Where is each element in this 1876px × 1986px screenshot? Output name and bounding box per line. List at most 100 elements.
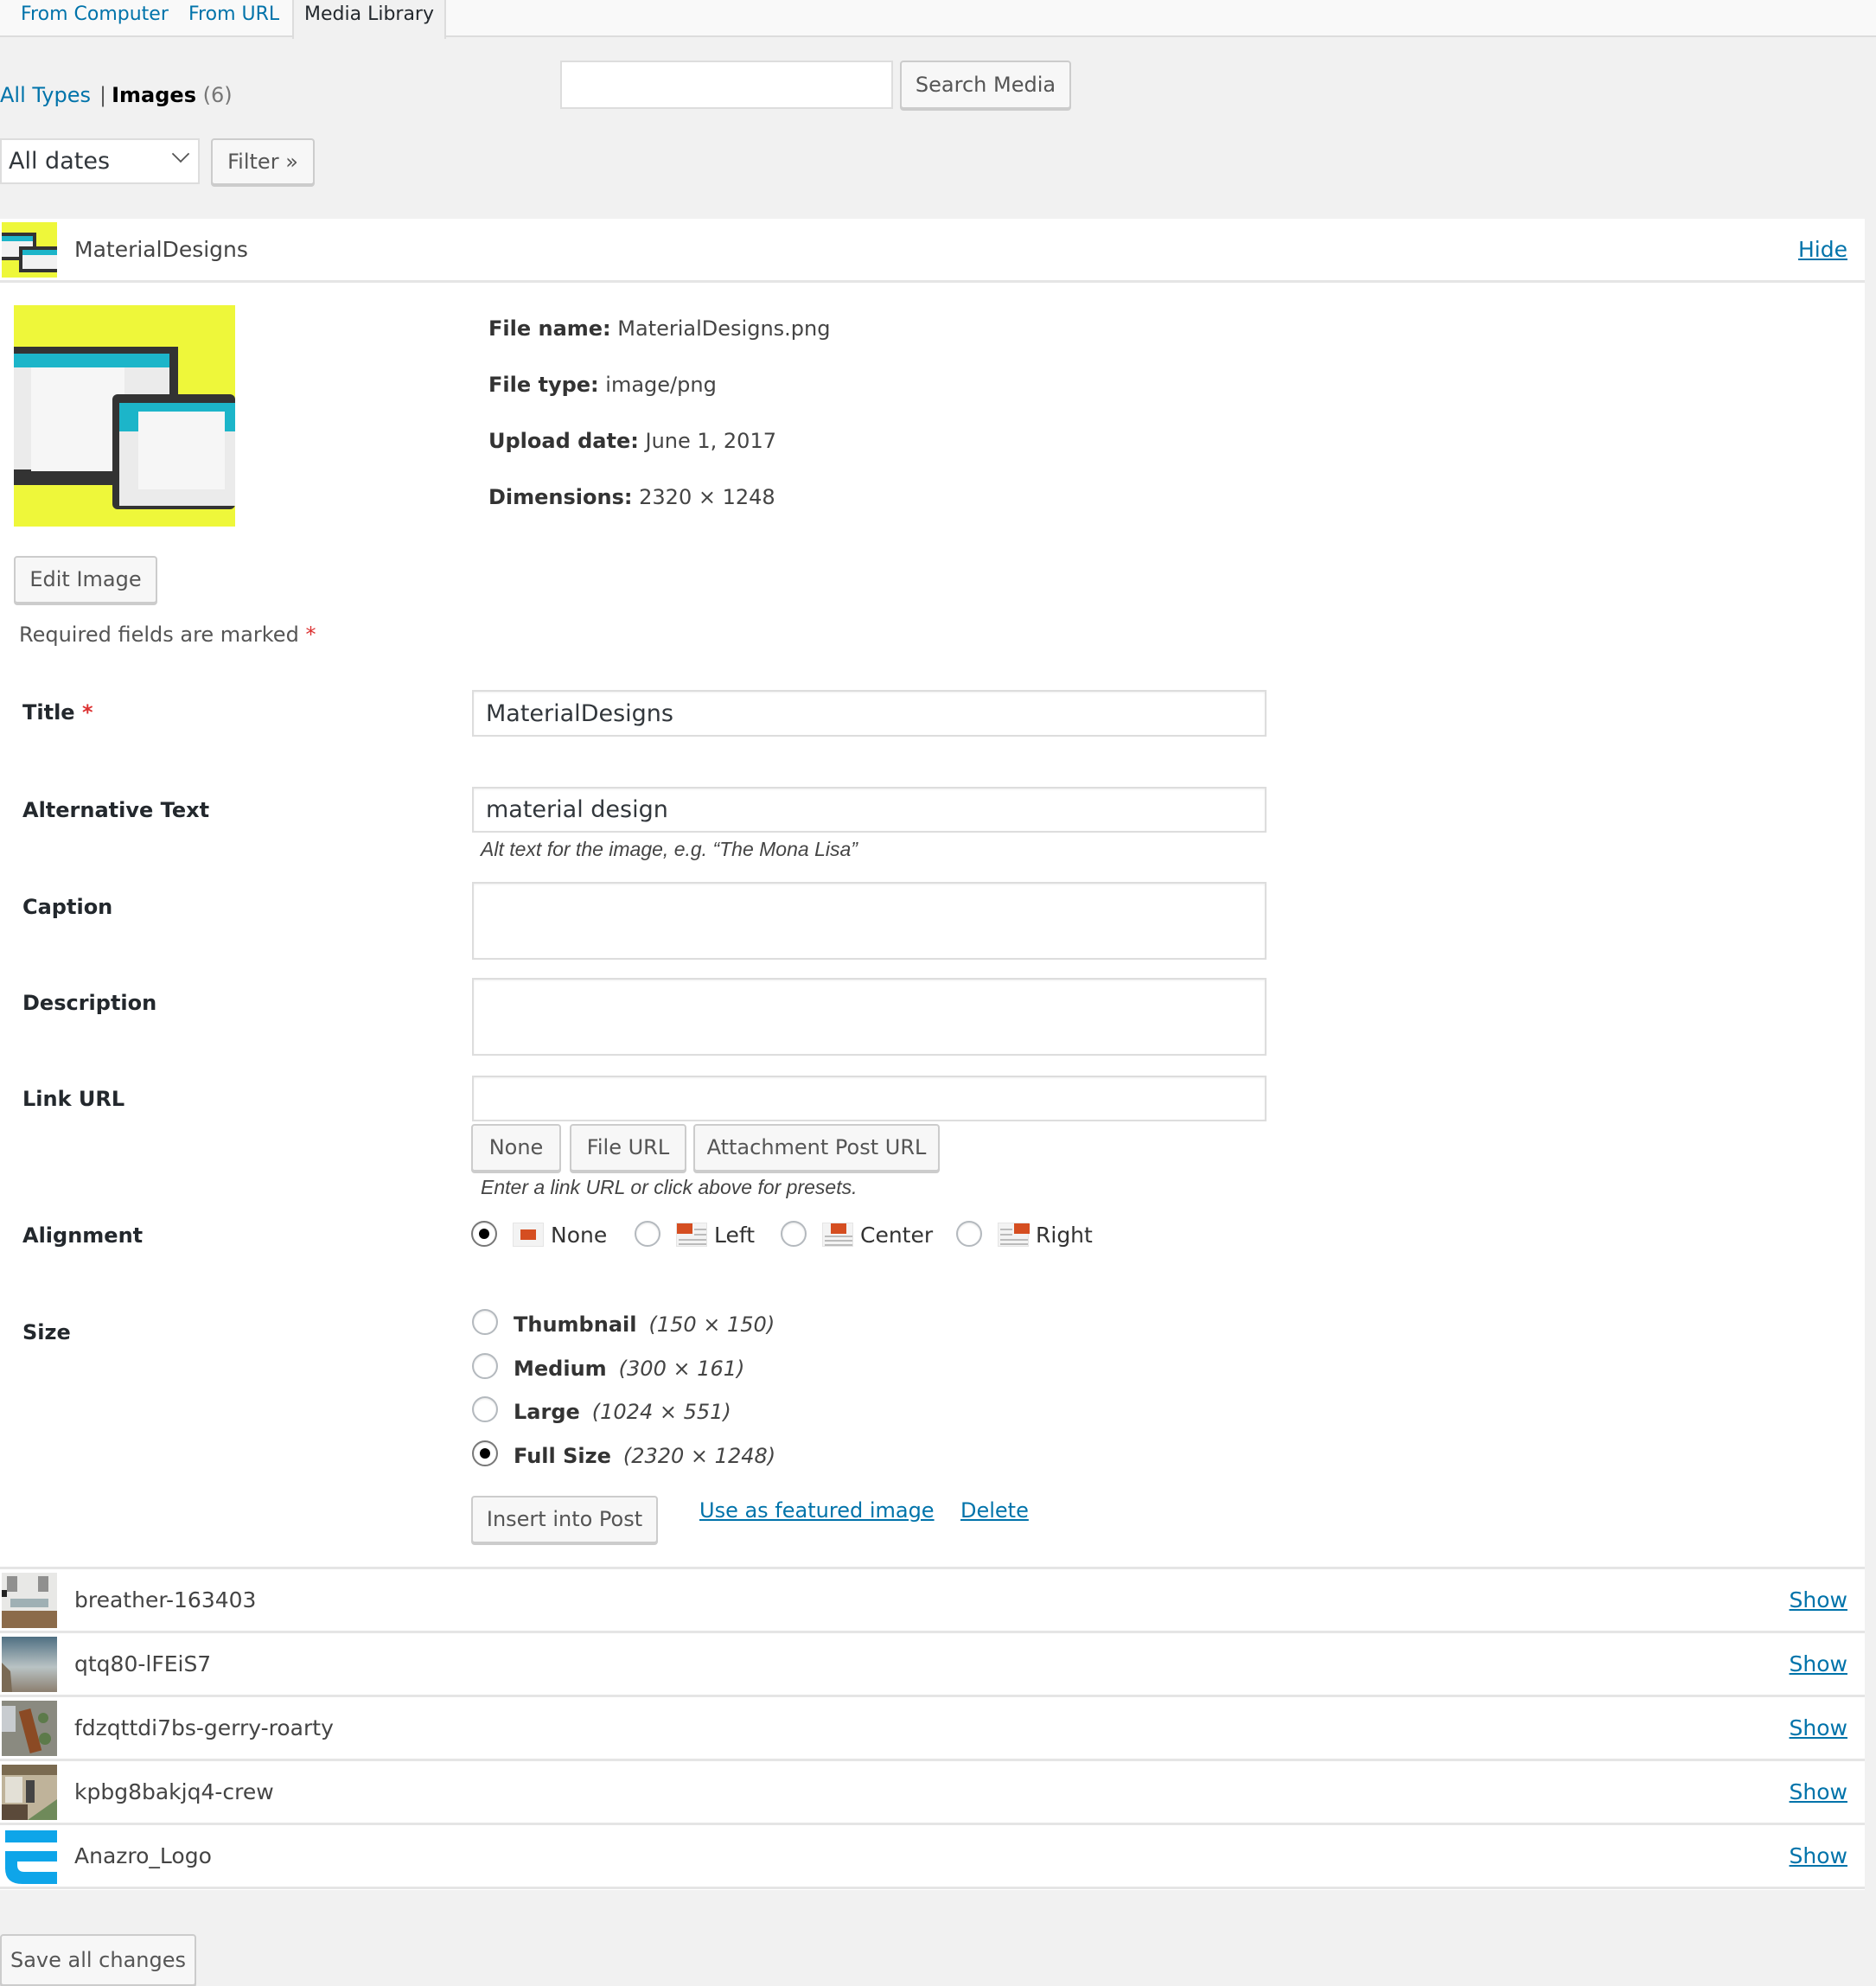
link-attachment-post-url-button[interactable]: Attachment Post URL xyxy=(693,1124,940,1172)
media-item-row: Anazro_Logo Show xyxy=(0,1825,1865,1889)
tab-from-url[interactable]: From URL xyxy=(178,0,290,37)
upload-date-label: Upload date: xyxy=(488,429,639,453)
size-full-label: Full Size xyxy=(514,1444,611,1468)
alignment-radio-left[interactable] xyxy=(635,1221,660,1247)
size-label: Size xyxy=(22,1320,71,1344)
hide-link[interactable]: Hide xyxy=(1798,219,1847,281)
show-link[interactable]: Show xyxy=(1790,1633,1847,1695)
title-required-star: * xyxy=(81,700,93,725)
save-all-changes-button[interactable]: Save all changes xyxy=(0,1934,196,1986)
thumbnail-kpbg8bakjq4 xyxy=(2,1765,57,1820)
upload-date-row: Upload date: June 1, 2017 xyxy=(488,429,776,453)
file-name-row: File name: MaterialDesigns.png xyxy=(488,316,830,341)
link-none-button[interactable]: None xyxy=(471,1124,561,1172)
size-radio-thumbnail[interactable] xyxy=(472,1309,498,1335)
thumbnail-anazro-logo xyxy=(2,1829,57,1884)
tab-media-library[interactable]: Media Library xyxy=(292,0,446,39)
alignment-left-label: Left xyxy=(714,1223,756,1248)
align-none-icon xyxy=(513,1223,544,1247)
media-item-row: fdzqttdi7bs-gerry-roarty Show xyxy=(0,1697,1865,1761)
show-link[interactable]: Show xyxy=(1790,1569,1847,1632)
show-link[interactable]: Show xyxy=(1790,1697,1847,1759)
media-item-title: fdzqttdi7bs-gerry-roarty xyxy=(74,1715,334,1740)
title-label-text: Title xyxy=(22,700,75,725)
media-item-title: MaterialDesigns xyxy=(74,237,248,262)
align-right-icon xyxy=(998,1223,1030,1247)
dimensions-value: 2320 × 1248 xyxy=(639,485,775,509)
dates-select-value: All dates xyxy=(9,148,111,175)
size-large-dims: (1024 × 551) xyxy=(591,1400,731,1424)
chevron-down-icon xyxy=(171,144,190,163)
alt-text-label: Alternative Text xyxy=(22,798,210,822)
size-large-label: Large xyxy=(514,1400,580,1424)
alt-text-input[interactable] xyxy=(472,787,1267,833)
link-file-url-button[interactable]: File URL xyxy=(570,1124,686,1172)
link-url-label: Link URL xyxy=(22,1087,125,1111)
media-item-row: qtq80-lFEiS7 Show xyxy=(0,1633,1865,1697)
insert-into-post-button[interactable]: Insert into Post xyxy=(471,1496,658,1543)
tab-from-computer[interactable]: From Computer xyxy=(10,0,179,37)
required-note: Required fields are marked * xyxy=(19,623,316,647)
title-input[interactable] xyxy=(472,690,1267,737)
dates-select[interactable]: All dates xyxy=(0,138,200,184)
file-name-label: File name: xyxy=(488,316,611,341)
size-medium-label: Medium xyxy=(514,1357,607,1381)
thumbnail-qtq80 xyxy=(2,1637,57,1692)
alignment-label: Alignment xyxy=(22,1223,144,1248)
separator: | xyxy=(99,83,107,107)
edit-image-button[interactable]: Edit Image xyxy=(14,556,157,603)
align-left-icon xyxy=(676,1223,707,1247)
size-full-dims: (2320 × 1248) xyxy=(622,1444,776,1468)
alignment-right-label: Right xyxy=(1036,1223,1093,1248)
thumbnail-materialdesigns xyxy=(2,222,57,278)
alt-text-hint: Alt text for the image, e.g. “The Mona L… xyxy=(481,838,858,860)
media-item-row: breather-163403 Show xyxy=(0,1569,1865,1633)
alignment-center-label: Center xyxy=(860,1223,934,1248)
required-note-text: Required fields are marked xyxy=(19,623,299,647)
upload-date-value: June 1, 2017 xyxy=(645,429,776,453)
file-type-value: image/png xyxy=(605,373,717,397)
file-name-value: MaterialDesigns.png xyxy=(617,316,831,341)
images-filter-current[interactable]: Images xyxy=(112,83,196,107)
link-url-input[interactable] xyxy=(472,1076,1267,1121)
alignment-none-label: None xyxy=(551,1223,608,1248)
size-radio-large[interactable] xyxy=(472,1396,498,1422)
file-type-row: File type: image/png xyxy=(488,373,717,397)
size-radio-medium[interactable] xyxy=(472,1353,498,1379)
dimensions-row: Dimensions: 2320 × 1248 xyxy=(488,485,775,509)
required-star: * xyxy=(305,623,316,647)
file-type-label: File type: xyxy=(488,373,599,397)
link-url-hint: Enter a link URL or click above for pres… xyxy=(481,1176,858,1198)
search-media-button[interactable]: Search Media xyxy=(900,61,1071,109)
title-label: Title * xyxy=(22,700,93,725)
media-item-title: qtq80-lFEiS7 xyxy=(74,1651,212,1676)
alignment-radio-none[interactable] xyxy=(471,1221,497,1247)
dimensions-label: Dimensions: xyxy=(488,485,633,509)
show-link[interactable]: Show xyxy=(1790,1761,1847,1823)
size-thumbnail-label: Thumbnail xyxy=(514,1312,637,1337)
type-filter: All Types | Images (6) xyxy=(0,83,233,107)
align-center-icon xyxy=(822,1223,853,1247)
search-media-input[interactable] xyxy=(560,61,893,109)
alignment-radio-center[interactable] xyxy=(781,1221,807,1247)
media-item-title: breather-163403 xyxy=(74,1587,257,1612)
size-thumbnail-dims: (150 × 150) xyxy=(648,1312,775,1337)
filter-button[interactable]: Filter » xyxy=(211,138,315,185)
delete-link[interactable]: Delete xyxy=(960,1498,1029,1523)
size-radio-full[interactable] xyxy=(472,1440,498,1466)
image-preview xyxy=(14,305,235,527)
show-link[interactable]: Show xyxy=(1790,1825,1847,1887)
description-textarea[interactable] xyxy=(472,978,1267,1056)
caption-textarea[interactable] xyxy=(472,882,1267,960)
use-as-featured-image-link[interactable]: Use as featured image xyxy=(699,1498,935,1523)
thumbnail-fdzqttdi7bs xyxy=(2,1701,57,1756)
images-count: (6) xyxy=(202,83,233,107)
media-item-row: kpbg8bakjq4-crew Show xyxy=(0,1761,1865,1825)
media-item-title: Anazro_Logo xyxy=(74,1843,212,1868)
media-item-title: kpbg8bakjq4-crew xyxy=(74,1779,274,1804)
caption-label: Caption xyxy=(22,895,113,919)
description-label: Description xyxy=(22,991,157,1015)
alignment-radio-right[interactable] xyxy=(956,1221,982,1247)
media-item-header: MaterialDesigns Hide xyxy=(0,219,1865,283)
all-types-link[interactable]: All Types xyxy=(0,83,91,107)
